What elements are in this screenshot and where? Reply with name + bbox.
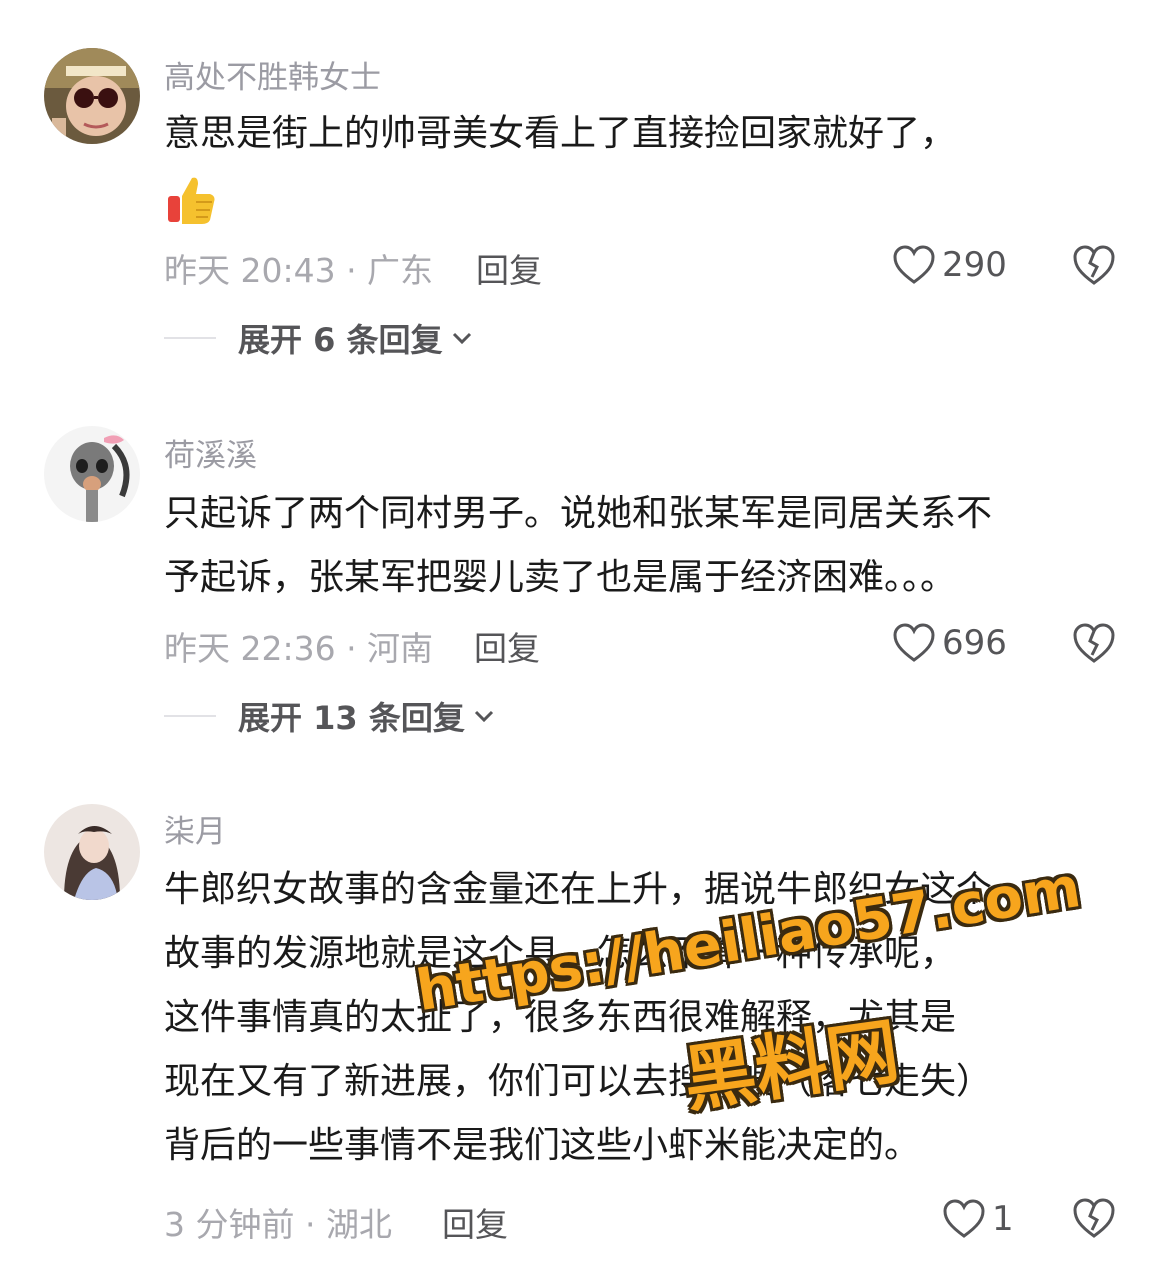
comment-time-location: 3 分钟前 · 湖北 — [164, 1205, 392, 1244]
broken-heart-icon[interactable] — [1072, 621, 1116, 665]
comment-text-line: 这件事情真的太扯了，很多东西很难解释，尤其是 — [164, 997, 957, 1038]
chevron-down-icon — [452, 332, 471, 345]
heart-icon — [893, 623, 935, 662]
thumbs-up-icon — [168, 177, 215, 224]
expand-replies-label: 展开 6 条回复 — [238, 321, 443, 359]
chevron-down-icon — [474, 710, 493, 723]
like-button[interactable]: 1 — [942, 1194, 1014, 1244]
avatar[interactable] — [44, 804, 140, 900]
expand-replies-label: 展开 13 条回复 — [238, 699, 465, 737]
comment-text-line: 意思是街上的帅哥美女看上了直接捡回家就好了， — [164, 113, 957, 154]
broken-heart-icon[interactable] — [1072, 243, 1116, 287]
comment-username[interactable]: 荷溪溪 — [164, 430, 257, 475]
comment-username[interactable]: 柒月 — [164, 806, 226, 851]
like-button[interactable]: 696 — [892, 618, 1007, 668]
comment-time-location: 昨天 20:43 · 广东 — [164, 251, 434, 290]
like-count: 696 — [942, 623, 1007, 663]
divider — [164, 715, 216, 717]
comment-username[interactable]: 高处不胜韩女士 — [164, 52, 381, 97]
comment-text-line: 予起诉，张某军把婴儿卖了也是属于经济困难。。。 — [164, 557, 957, 598]
reply-button[interactable]: 回复 — [474, 622, 540, 670]
avatar[interactable] — [44, 48, 140, 144]
like-count: 1 — [992, 1199, 1014, 1239]
heart-icon — [893, 245, 935, 284]
comment-text-line: 现在又有了新进展，你们可以去搜糊嗖（落七走失） — [164, 1061, 993, 1102]
reply-button[interactable]: 回复 — [476, 244, 542, 292]
like-button[interactable]: 290 — [892, 240, 1007, 290]
comment-text-line: 背后的一些事情不是我们这些小虾米能决定的。 — [164, 1125, 921, 1166]
comment-time-location: 昨天 22:36 · 河南 — [164, 629, 434, 668]
heart-icon — [943, 1199, 985, 1238]
comment-text: 只起诉了两个同村男子。说她和张某军是同居关系不 予起诉，张某军把婴儿卖了也是属于… — [164, 482, 1124, 610]
expand-replies-button[interactable]: 展开 13 条回复 — [164, 694, 495, 738]
broken-heart-icon[interactable] — [1072, 1196, 1116, 1240]
comment-text: 意思是街上的帅哥美女看上了直接捡回家就好了， — [164, 102, 1124, 166]
expand-replies-button[interactable]: 展开 6 条回复 — [164, 316, 473, 360]
divider — [164, 337, 216, 339]
avatar[interactable] — [44, 426, 140, 522]
comment-text-line: 只起诉了两个同村男子。说她和张某军是同居关系不 — [164, 493, 993, 534]
reply-button[interactable]: 回复 — [442, 1198, 508, 1246]
like-count: 290 — [942, 245, 1007, 285]
